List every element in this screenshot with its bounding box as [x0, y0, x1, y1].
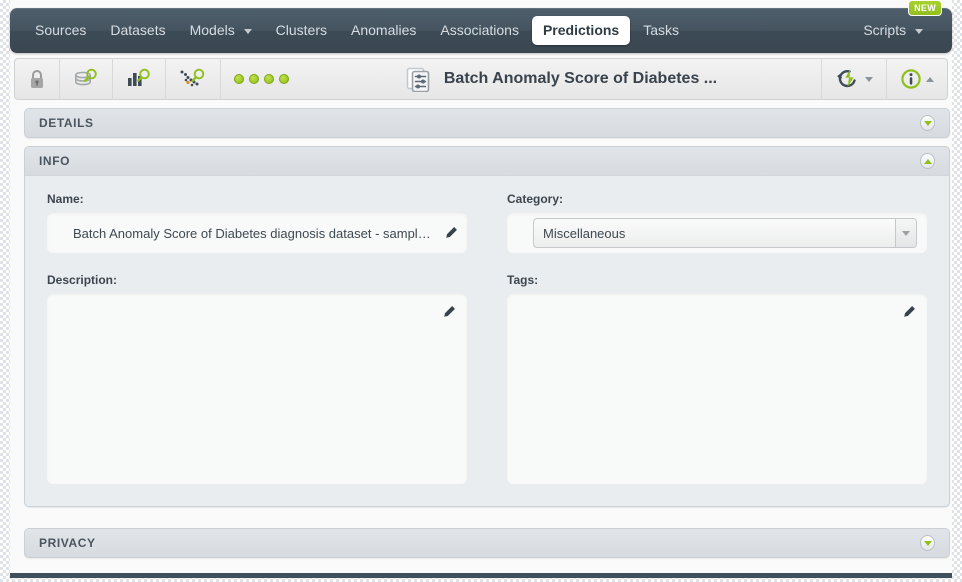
lock-icon: [31, 69, 43, 88]
name-field[interactable]: Batch Anomaly Score of Diabetes diagnosi…: [47, 213, 467, 253]
category-field: Miscellaneous: [507, 213, 927, 253]
select-arrow[interactable]: [895, 219, 916, 247]
nav-label-sources: Sources: [35, 22, 87, 38]
tags-field[interactable]: [507, 294, 927, 484]
nav-label-clusters: Clusters: [275, 22, 327, 38]
nav-label-scripts: Scripts: [863, 22, 907, 38]
tags-value: [507, 294, 927, 304]
nav-item-predictions[interactable]: Predictions: [531, 16, 631, 45]
field-group-tags: Tags:: [507, 273, 927, 484]
name-value: Batch Anomaly Score of Diabetes diagnosi…: [73, 225, 437, 241]
info-row-description-tags: Description: Tags:: [47, 273, 927, 484]
chevron-down-icon: [865, 76, 873, 82]
status-dot: [249, 74, 259, 84]
panel-info-toggle[interactable]: [920, 153, 935, 169]
name-label: Name:: [47, 192, 84, 206]
nav-label-anomalies: Anomalies: [351, 22, 417, 38]
panel-info-body: Name: Batch Anomaly Score of Diabetes di…: [24, 176, 950, 507]
chevron-down-icon: [923, 540, 932, 546]
panel-details-title: DETAILS: [39, 116, 94, 130]
toolbar-actions: [821, 58, 947, 100]
nav-label-tasks: Tasks: [643, 22, 680, 38]
batch-prediction-icon: [406, 67, 430, 92]
nav-label-predictions: Predictions: [542, 22, 620, 38]
description-field[interactable]: [47, 294, 467, 484]
model-link-button[interactable]: [113, 58, 166, 100]
model-search-icon: [128, 68, 150, 86]
chevron-down-icon: [923, 120, 932, 126]
nav-label-associations: Associations: [440, 22, 519, 38]
anomaly-search-icon: [180, 68, 205, 87]
chevron-down-icon: [915, 28, 923, 34]
nav-item-sources[interactable]: Sources: [24, 16, 97, 45]
panel-details-header[interactable]: DETAILS: [24, 108, 950, 138]
chevron-up-icon: [926, 76, 934, 82]
privacy-lock-button[interactable]: [15, 58, 60, 100]
resource-toolbar: Batch Anomaly Score of Diabetes ...: [14, 58, 948, 100]
panel-info-header[interactable]: INFO: [24, 146, 950, 176]
panel-info-title: INFO: [39, 154, 71, 168]
field-group-category: Category: Miscellaneous: [507, 192, 927, 253]
nav-item-datasets[interactable]: Datasets: [99, 16, 176, 45]
dataset-search-icon: [75, 68, 97, 86]
status-dot: [264, 74, 274, 84]
edit-pencil-icon[interactable]: [444, 226, 458, 240]
description-label: Description:: [47, 273, 118, 287]
anomaly-link-button[interactable]: [166, 58, 221, 100]
new-badge: NEW: [908, 0, 942, 16]
chevron-up-icon: [923, 158, 932, 164]
nav-item-tasks[interactable]: Tasks: [632, 16, 690, 45]
info-row-name-category: Name: Batch Anomaly Score of Diabetes di…: [47, 192, 927, 253]
page-title: Batch Anomaly Score of Diabetes ...: [443, 70, 718, 87]
status-dot: [234, 74, 244, 84]
chevron-down-icon: [902, 230, 910, 236]
nav-item-scripts[interactable]: Scripts: [852, 16, 934, 45]
main-navigation: Sources Datasets Models Clusters Anomali…: [10, 0, 952, 53]
status-dots: [221, 58, 302, 100]
tags-label: Tags:: [507, 273, 539, 287]
panel-details: DETAILS: [24, 108, 950, 138]
chevron-down-icon: [243, 28, 252, 34]
nav-item-clusters[interactable]: Clusters: [265, 16, 338, 45]
category-select[interactable]: Miscellaneous: [533, 218, 917, 248]
lightning-actions-icon: [837, 69, 856, 88]
nav-label-models: Models: [189, 22, 235, 38]
edit-pencil-icon[interactable]: [442, 305, 456, 319]
nav-item-anomalies[interactable]: Anomalies: [340, 16, 427, 45]
panel-details-toggle[interactable]: [920, 115, 935, 131]
panel-privacy: PRIVACY: [24, 528, 950, 558]
panel-privacy-title: PRIVACY: [39, 536, 96, 550]
info-toggle-button[interactable]: [886, 58, 947, 100]
field-group-description: Description:: [47, 273, 467, 484]
panel-privacy-toggle[interactable]: [920, 535, 935, 551]
panel-privacy-header[interactable]: PRIVACY: [24, 528, 950, 558]
status-dot: [279, 74, 289, 84]
description-value: [47, 294, 467, 304]
nav-item-associations[interactable]: Associations: [429, 16, 530, 45]
edit-pencil-icon[interactable]: [902, 305, 916, 319]
app-root: Sources Datasets Models Clusters Anomali…: [10, 0, 952, 578]
category-value: Miscellaneous: [543, 225, 626, 241]
row-spacer: [47, 253, 927, 273]
nav-item-models[interactable]: Models: [179, 16, 263, 45]
resource-title-area: Batch Anomaly Score of Diabetes ...: [302, 58, 821, 100]
actions-menu-button[interactable]: [821, 58, 886, 100]
panel-info: INFO Name: Batch Anomaly Score of Diabet…: [24, 146, 950, 507]
nav-right-group: NEW Scripts: [852, 0, 942, 45]
field-group-name: Name: Batch Anomaly Score of Diabetes di…: [47, 192, 467, 253]
info-circle-icon: [901, 69, 921, 89]
progress-dots: [234, 74, 289, 84]
category-label: Category:: [507, 192, 564, 206]
dataset-link-button[interactable]: [60, 58, 113, 100]
nav-label-datasets: Datasets: [110, 22, 166, 38]
